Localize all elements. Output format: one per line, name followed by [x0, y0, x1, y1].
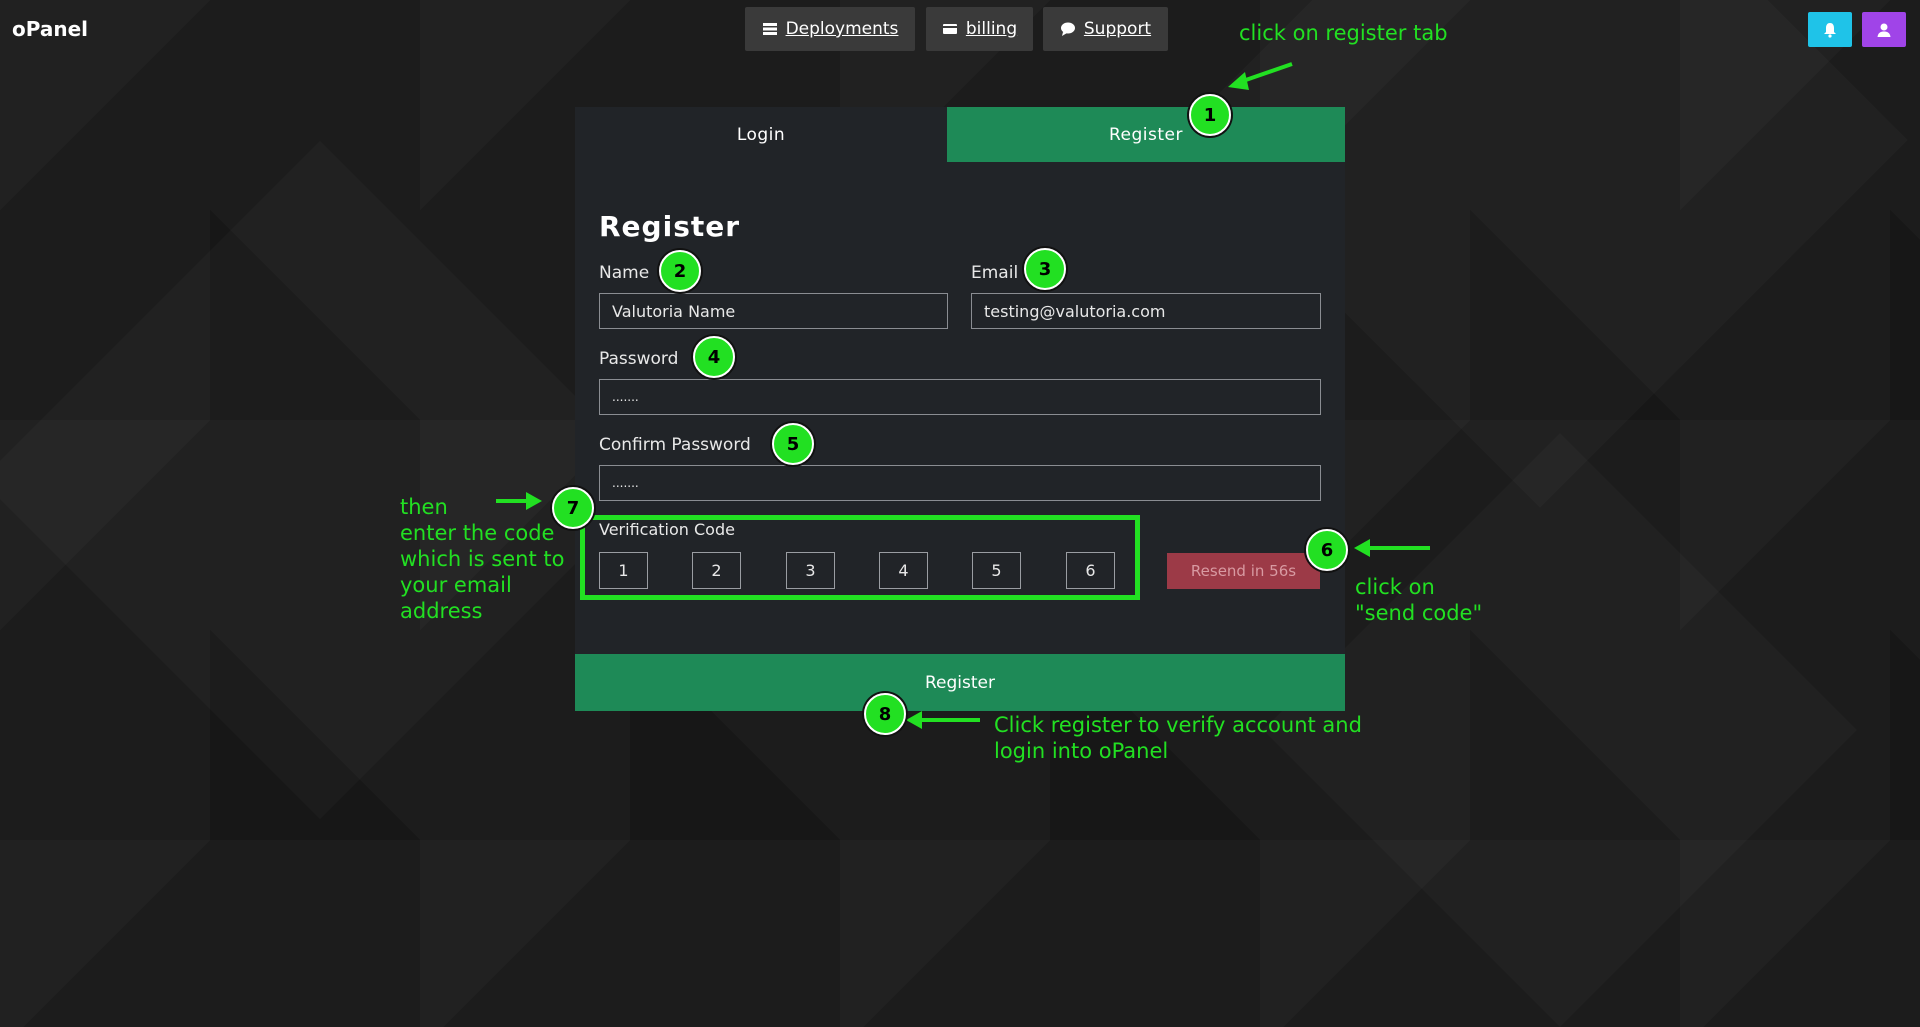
step-badge-3: 3 [1024, 248, 1066, 290]
step-badge-2: 2 [659, 250, 701, 292]
step-badge-6: 6 [1306, 529, 1348, 571]
note-send-code: click on "send code" [1355, 574, 1482, 626]
password-label: Password [599, 349, 679, 369]
note-register-tab: click on register tab [1239, 21, 1448, 45]
resend-code-button[interactable]: Resend in 56s [1167, 553, 1320, 589]
email-input[interactable] [971, 293, 1321, 329]
notifications-button[interactable] [1808, 12, 1852, 47]
comment-icon [1060, 22, 1075, 36]
confirm-password-label: Confirm Password [599, 435, 751, 455]
credit-card-icon [942, 24, 957, 34]
note-register-submit: Click register to verify account and log… [994, 712, 1362, 764]
verification-highlight-box [580, 515, 1140, 600]
register-submit-button[interactable]: Register [575, 654, 1345, 711]
name-input[interactable] [599, 293, 948, 329]
user-menu-button[interactable] [1862, 12, 1906, 47]
note-enter-code-line-2: enter the code [400, 521, 555, 545]
nav-billing-label: billing [965, 19, 1018, 39]
form-title: Register [599, 210, 741, 243]
brand-logo[interactable]: oPanel [12, 17, 88, 41]
note-send-code-line-1: click on [1355, 575, 1435, 599]
note-register-submit-line-1: Click register to verify account and [994, 713, 1362, 737]
note-enter-code: then enter the code which is sent to you… [400, 494, 564, 624]
step-badge-4: 4 [693, 336, 735, 378]
nav-deployments-button[interactable]: Deployments [745, 7, 915, 51]
confirm-password-input[interactable] [599, 465, 1321, 501]
step-badge-1: 1 [1189, 94, 1231, 136]
password-input[interactable] [599, 379, 1321, 415]
nav-deployments-label: Deployments [785, 19, 899, 39]
nav-support-button[interactable]: Support [1043, 7, 1168, 51]
server-icon [762, 23, 777, 35]
tab-login[interactable]: Login [575, 107, 947, 162]
step-badge-5: 5 [772, 423, 814, 465]
note-register-submit-line-2: login into oPanel [994, 739, 1169, 763]
note-enter-code-line-3: which is sent to [400, 547, 565, 571]
email-label: Email [971, 263, 1019, 283]
step-badge-8: 8 [864, 693, 906, 735]
name-label: Name [599, 263, 650, 283]
user-icon [1877, 23, 1891, 37]
note-enter-code-line-5: address [400, 599, 483, 623]
bell-icon [1824, 22, 1836, 38]
auth-card: Login Register Register Name Email Passw… [575, 107, 1345, 711]
tab-register[interactable]: Register [947, 107, 1345, 162]
nav-billing-button[interactable]: billing [926, 7, 1033, 51]
note-enter-code-line-4: your email [400, 573, 512, 597]
nav-support-label: Support [1083, 19, 1152, 39]
note-enter-code-line-1: then [400, 495, 448, 519]
note-send-code-line-2: "send code" [1355, 601, 1483, 625]
